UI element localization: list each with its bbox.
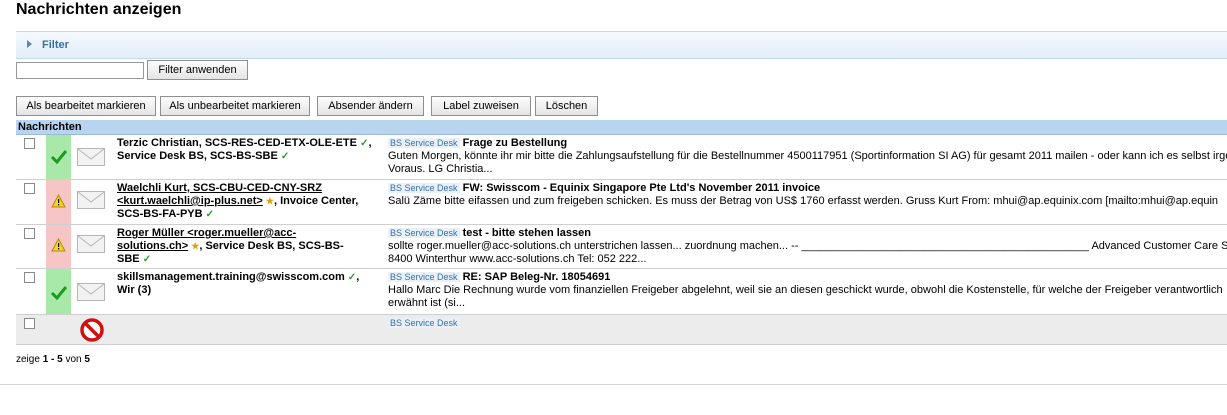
mark-undone-button[interactable]: Als unbearbeitet markieren	[160, 96, 310, 116]
pager-prefix: zeige	[16, 354, 40, 365]
sender-group: SBE	[117, 253, 140, 265]
filter-input[interactable]	[16, 62, 144, 79]
sender-email-link[interactable]: <kurt.waelchli@ip-plus.net>	[117, 195, 263, 207]
message-excerpt: Hallo Marc Die Rechnung wurde vom finanz…	[388, 284, 1223, 296]
envelope-icon	[77, 148, 105, 166]
messages-page: Nachrichten anzeigen Filter Filter anwen…	[0, 0, 1227, 384]
message-excerpt: Voraus. LG Christia...	[388, 163, 493, 175]
message-row[interactable]: skillsmanagement.training@swisscom.com ✓…	[16, 269, 1227, 315]
row-checkbox[interactable]	[24, 183, 35, 194]
message-content[interactable]: BS Service Desk FW: Swisscom - Equinix S…	[388, 182, 1227, 208]
page-divider	[0, 384, 1227, 385]
message-excerpt: Salü Zäme bitte eifassen und zum freigeb…	[388, 195, 1219, 207]
label-tag[interactable]: BS Service Desk	[388, 138, 460, 148]
message-subject[interactable]: test - bitte stehen lassen	[463, 227, 591, 239]
sender-name-link[interactable]: Waelchli Kurt, SCS-CBU-CED-CNY-SRZ	[117, 182, 322, 194]
message-subject[interactable]: RE: SAP Beleg-Nr. 18054691	[463, 271, 611, 283]
message-subject[interactable]: FW: Swisscom - Equinix Singapore Pte Ltd…	[463, 182, 821, 194]
label-tag[interactable]: BS Service Desk	[388, 228, 460, 238]
sender-cell: Roger Müller <roger.mueller@acc- solutio…	[117, 227, 387, 266]
pagination-info: zeige 1 - 5 von 5	[16, 354, 90, 365]
sender-cell: skillsmanagement.training@swisscom.com ✓…	[117, 271, 360, 296]
unverified-icon: ★	[265, 196, 274, 206]
sender-group: , Service Desk BS, SCS-BS-	[199, 240, 344, 252]
label-tag[interactable]: BS Service Desk	[388, 183, 460, 193]
status-cell	[46, 269, 71, 314]
grid-header: Nachrichten	[16, 120, 1227, 135]
verified-icon: ✓	[205, 209, 215, 220]
message-content[interactable]: BS Service Desk	[388, 317, 1227, 330]
sender-cell: Terzic Christian, SCS-RES-CED-ETX-OLE-ET…	[117, 137, 372, 162]
sender-group: , Invoice Center,	[273, 195, 359, 207]
mark-done-button[interactable]: Als bearbeitet markieren	[16, 96, 156, 116]
message-row[interactable]: Waelchli Kurt, SCS-CBU-CED-CNY-SRZ <kurt…	[16, 180, 1227, 225]
message-content[interactable]: BS Service Desk RE: SAP Beleg-Nr. 180546…	[388, 271, 1227, 310]
status-cell	[46, 180, 71, 224]
sender-group: SCS-BS-FA-PYB	[117, 208, 203, 220]
message-subject[interactable]: Frage zu Bestellung	[463, 137, 568, 149]
row-checkbox[interactable]	[24, 318, 35, 329]
change-sender-button[interactable]: Absender ändern	[317, 96, 424, 116]
message-row[interactable]: Terzic Christian, SCS-RES-CED-ETX-OLE-ET…	[16, 135, 1227, 180]
warning-icon	[51, 194, 66, 208]
envelope-icon	[77, 191, 105, 209]
blocked-icon	[80, 318, 104, 342]
assign-label-button[interactable]: Label zuweisen	[431, 96, 531, 116]
pager-of: von	[65, 354, 82, 365]
row-checkbox[interactable]	[24, 272, 35, 283]
message-content[interactable]: BS Service Desk Frage zu Bestellung Gute…	[388, 137, 1227, 176]
status-cell	[46, 225, 71, 268]
status-cell	[46, 135, 71, 179]
pager-to: 5	[57, 354, 63, 365]
verified-icon: ✓	[280, 151, 290, 162]
delete-button[interactable]: Löschen	[535, 96, 598, 116]
pager-total: 5	[84, 354, 90, 365]
envelope-icon	[77, 283, 105, 301]
message-excerpt: Guten Morgen, könnte ihr mir bitte die Z…	[388, 150, 1227, 162]
page-title: Nachrichten anzeigen	[16, 1, 182, 18]
sender-cell: Waelchli Kurt, SCS-CBU-CED-CNY-SRZ <kurt…	[117, 182, 387, 221]
row-checkbox[interactable]	[24, 138, 35, 149]
checkmark-icon	[51, 286, 67, 300]
sender-group: Service Desk BS, SCS-BS-SBE	[117, 150, 278, 162]
envelope-icon	[77, 235, 105, 253]
filter-toggle[interactable]: Filter	[16, 31, 1227, 59]
filter-label: Filter	[42, 39, 69, 51]
sender-name: skillsmanagement.training@swisscom.com	[117, 271, 345, 283]
message-row[interactable]: Roger Müller <roger.mueller@acc- solutio…	[16, 225, 1227, 269]
pager-sep: -	[51, 354, 55, 365]
checkmark-icon	[51, 150, 67, 164]
label-tag[interactable]: BS Service Desk	[388, 272, 460, 282]
verified-icon: ✓	[360, 138, 369, 149]
apply-filter-button[interactable]: Filter anwenden	[147, 60, 248, 80]
row-checkbox[interactable]	[24, 228, 35, 239]
message-content[interactable]: BS Service Desk test - bitte stehen lass…	[388, 227, 1227, 266]
warning-icon	[51, 238, 66, 252]
verified-icon: ✓	[347, 272, 357, 283]
message-excerpt: erwähnt ist (si...	[388, 297, 466, 309]
pager-from: 1	[42, 354, 49, 365]
expand-arrow-icon	[27, 40, 32, 48]
label-tag[interactable]: BS Service Desk	[388, 318, 460, 328]
message-excerpt: sollte roger.mueller@acc-solutions.ch un…	[388, 240, 1227, 252]
sender-name-link[interactable]: Roger Müller <roger.mueller@acc-	[117, 227, 296, 239]
message-row[interactable]: BS Service Desk	[16, 315, 1227, 345]
messages-grid: Nachrichten Terzic Christian, SCS-RES-CE…	[16, 120, 1227, 345]
sender-email-link[interactable]: solutions.ch>	[117, 240, 188, 252]
sender-group: Wir (3)	[117, 284, 152, 296]
verified-icon: ✓	[142, 254, 152, 265]
sender-name: Terzic Christian, SCS-RES-CED-ETX-OLE-ET…	[117, 137, 357, 149]
message-excerpt: 8400 Winterthur www.acc-solutions.ch Tel…	[388, 253, 647, 265]
